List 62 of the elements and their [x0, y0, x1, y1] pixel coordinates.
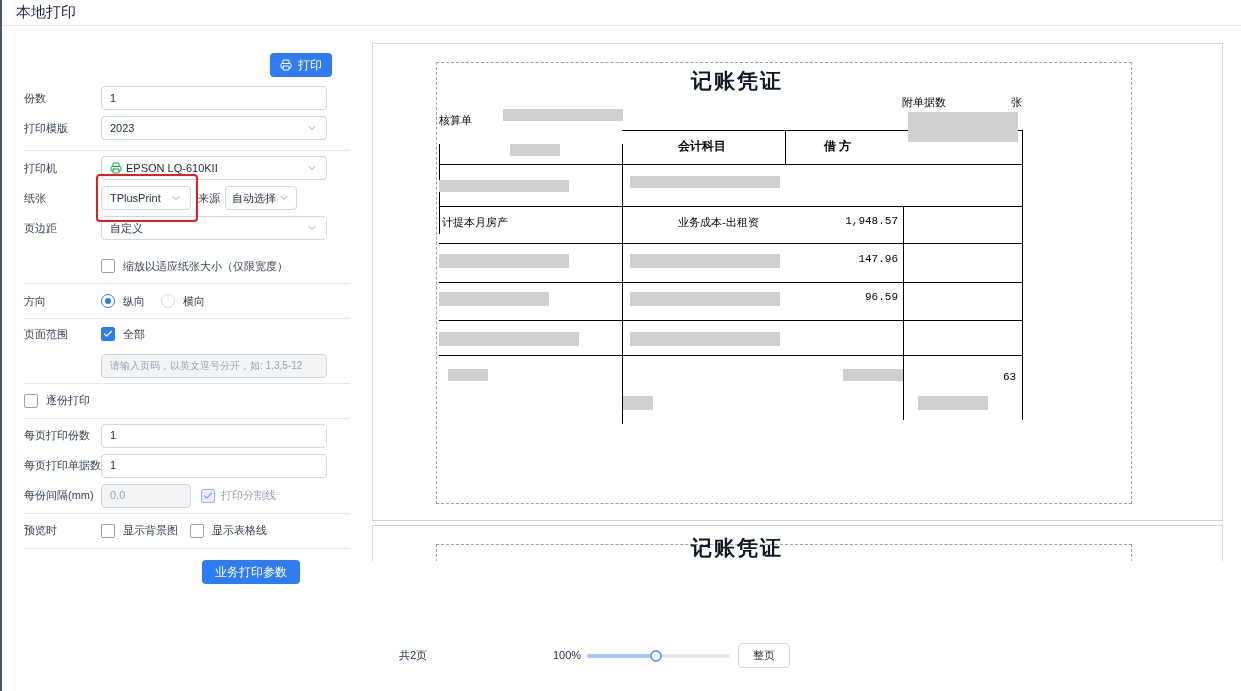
field-label: 打印模版 [24, 120, 69, 136]
checkbox-label: 缩放以适应纸张大小（仅限宽度） [123, 258, 288, 274]
checkbox[interactable] [101, 259, 115, 273]
document-text: 附单据数 [902, 95, 946, 110]
field-label: 方向 [24, 293, 47, 309]
field-label: 来源 [198, 190, 220, 206]
input-field[interactable]: 1 [101, 86, 327, 110]
input-field[interactable]: 1 [101, 453, 327, 478]
field-label: 每份间隔(mm) [24, 488, 95, 504]
blurred-area [623, 396, 653, 410]
slider-thumb[interactable] [649, 649, 662, 662]
document-text: 核算单 [439, 113, 472, 128]
field-label: 打印机 [24, 160, 58, 176]
checkbox[interactable] [101, 523, 115, 538]
amount-text: 96.59 [865, 290, 898, 305]
blurred-area [448, 369, 488, 381]
select-field[interactable]: 自定义 [101, 216, 327, 240]
checkbox-label: 打印分割线 [221, 488, 276, 504]
blurred-area [510, 144, 560, 156]
select-field[interactable]: EPSON LQ-610KII [101, 156, 327, 180]
field-label: 每页打印单据数 [24, 458, 101, 474]
select-field[interactable]: TPlusPrint [101, 186, 191, 210]
document-text: 业务成本-出租资 [678, 214, 759, 231]
document-text: 计提本月房产 [442, 214, 508, 231]
check-icon [203, 490, 213, 501]
field-label: 预览时 [24, 523, 58, 539]
radio-label: 横向 [183, 293, 205, 309]
document-title: 记账凭证 [691, 68, 783, 95]
checkbox-label: 全部 [123, 326, 145, 342]
business-print-params-button[interactable]: 业务打印参数 [202, 559, 300, 584]
print-button[interactable]: 打印 [270, 53, 332, 77]
column-header: 借 方 [824, 138, 851, 155]
field-label: 份数 [24, 90, 47, 106]
field-label: 页边距 [24, 220, 58, 236]
input-field[interactable]: 1 [101, 423, 327, 448]
blurred-area [918, 396, 988, 410]
radio-label: 纵向 [123, 293, 145, 309]
window-title: 本地打印 [16, 2, 76, 23]
checkbox-label: 显示表格线 [212, 523, 267, 539]
document-text: 张 [1011, 95, 1022, 110]
field-label: 页面范围 [24, 326, 69, 342]
checkbox[interactable] [24, 393, 38, 408]
column-header: 会计科目 [678, 138, 726, 155]
amount-text: 1,948.57 [845, 214, 898, 229]
select-field[interactable]: 自动选择 [225, 186, 297, 210]
amount-text: 63 [1003, 370, 1017, 385]
zoom-slider[interactable] [587, 649, 731, 662]
document-title: 记账凭证 [691, 535, 783, 561]
page-count: 共2页 [399, 648, 429, 664]
field-label: 纸张 [24, 190, 47, 206]
printer-icon [280, 59, 292, 71]
blurred-area [843, 369, 903, 381]
checkbox[interactable] [190, 523, 204, 538]
amount-text: 147.96 [858, 252, 898, 267]
field-label: 每页打印份数 [24, 428, 91, 444]
checkbox-label: 逐份打印 [46, 393, 90, 409]
zoom-label: 100% [553, 648, 582, 664]
select-field[interactable]: 2023 [101, 116, 327, 140]
checkbox-label: 显示背景图 [123, 523, 178, 539]
fit-page-button[interactable]: 整页 [738, 643, 791, 668]
printer-icon [110, 162, 122, 174]
check-icon [103, 329, 113, 339]
